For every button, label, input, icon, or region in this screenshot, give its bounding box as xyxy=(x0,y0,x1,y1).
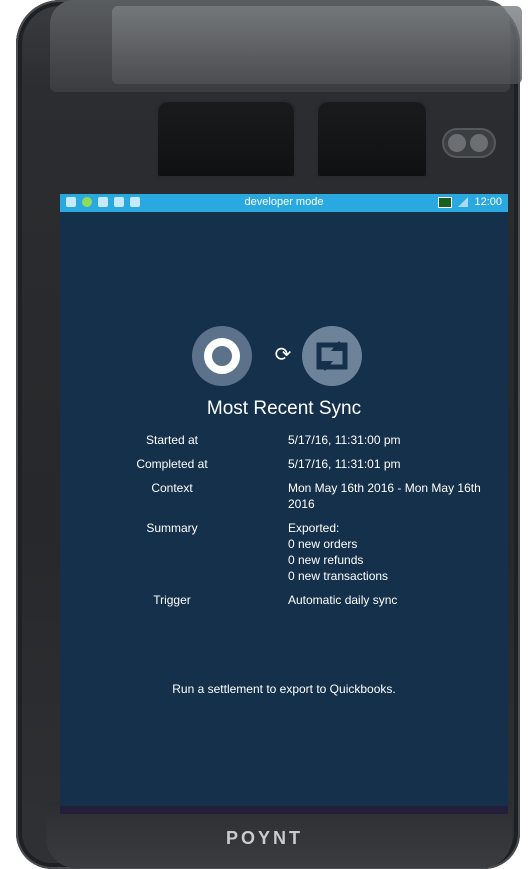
clock: 12:00 xyxy=(474,196,502,208)
detail-value: 5/17/16, 11:31:00 pm xyxy=(284,432,498,448)
device-clip-left xyxy=(156,100,296,178)
camera-icon xyxy=(442,128,496,158)
detail-value: Automatic daily sync xyxy=(284,592,498,608)
poynt-logo-icon xyxy=(192,326,252,386)
detail-value: Exported: 0 new orders 0 new refunds 0 n… xyxy=(284,520,498,584)
detail-value-line: 0 new transactions xyxy=(288,569,389,583)
device-top xyxy=(50,0,522,92)
rear-customer-display xyxy=(112,6,522,84)
detail-label: Started at xyxy=(145,433,199,447)
export-note: Run a settlement to export to Quickbooks… xyxy=(172,682,396,696)
device-clip-right xyxy=(316,100,428,178)
device-screen: developer mode 12:00 ⟳ Most Recent Sync … xyxy=(60,194,508,814)
detail-row-context: Context Mon May 16th 2016 - Mon May 16th… xyxy=(60,480,508,512)
detail-value-line: 5/17/16, 11:31:01 pm xyxy=(288,457,401,471)
detail-label: Summary xyxy=(146,521,198,535)
detail-row-summary: Summary Exported: 0 new orders 0 new ref… xyxy=(60,520,508,584)
detail-value: Mon May 16th 2016 - Mon May 16th 2016 xyxy=(284,480,498,512)
status-right: 12:00 xyxy=(438,196,502,208)
sync-icons-row: ⟳ xyxy=(60,326,508,386)
detail-label: Completed at xyxy=(136,457,208,471)
detail-label: Context xyxy=(151,481,193,495)
detail-value-line: 5/17/16, 11:31:00 pm xyxy=(288,433,401,447)
device-brand: POYNT xyxy=(225,828,303,848)
battery-icon xyxy=(438,196,453,208)
detail-row-started: Started at 5/17/16, 11:31:00 pm xyxy=(60,432,508,448)
detail-value-line: Mon May 16th 2016 - Mon May 16th 2016 xyxy=(288,481,481,511)
detail-row-completed: Completed at 5/17/16, 11:31:01 pm xyxy=(60,456,508,472)
detail-value: 5/17/16, 11:31:01 pm xyxy=(284,456,498,472)
nav-bar xyxy=(60,806,508,814)
quickbooks-icon xyxy=(302,326,362,386)
detail-row-trigger: Trigger Automatic daily sync xyxy=(60,592,508,608)
detail-label: Trigger xyxy=(153,593,191,607)
status-bar: developer mode 12:00 xyxy=(60,194,508,212)
signal-icon xyxy=(458,197,469,207)
page-title: Most Recent Sync xyxy=(206,398,362,419)
detail-value-line: 0 new orders xyxy=(288,537,358,551)
detail-value-line: 0 new refunds xyxy=(288,553,364,567)
sync-details: Started at 5/17/16, 11:31:00 pm Complete… xyxy=(60,432,508,616)
detail-value-line: Automatic daily sync xyxy=(288,593,398,607)
detail-value-line: Exported: xyxy=(288,521,340,535)
sync-icon: ⟳ xyxy=(274,344,292,366)
